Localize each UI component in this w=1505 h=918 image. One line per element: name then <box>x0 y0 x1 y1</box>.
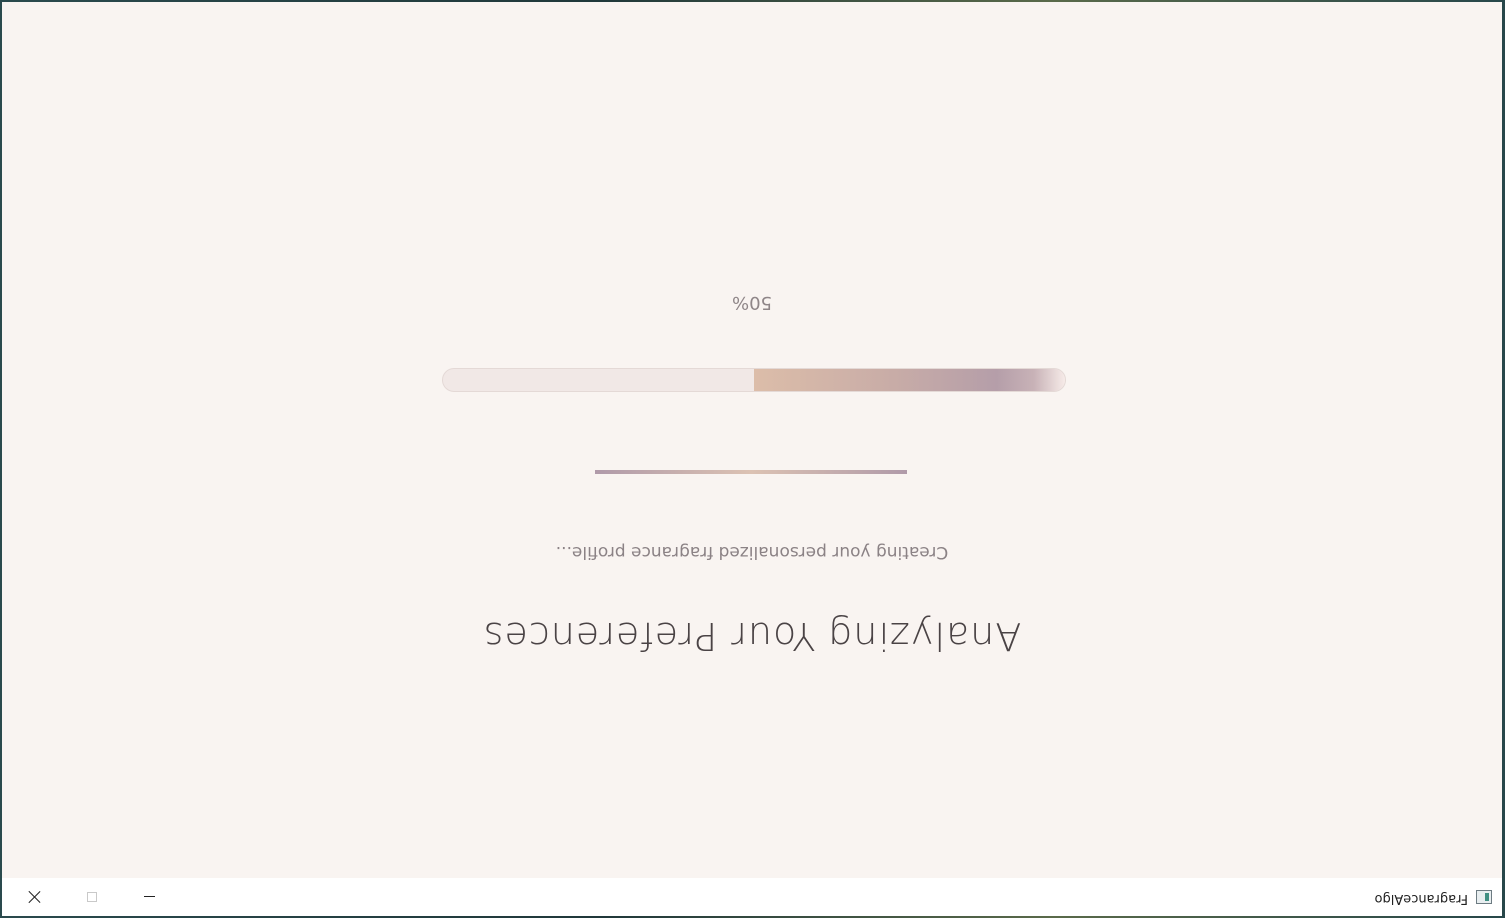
minimize-icon <box>144 896 156 898</box>
app-window: FragranceAlgo Analyzing Your Preferences… <box>2 2 1502 916</box>
page-title: Analyzing Your Preferences <box>482 614 1022 658</box>
app-window-icon <box>1476 890 1492 904</box>
progress-percent-label: 50% <box>732 292 773 313</box>
progress-bar-fill <box>754 369 1065 391</box>
maximize-icon <box>87 892 97 902</box>
title-bar[interactable]: FragranceAlgo <box>2 878 1502 916</box>
app-title: FragranceAlgo <box>1374 891 1468 906</box>
progress-bar <box>442 368 1066 392</box>
minimize-button[interactable] <box>127 878 173 916</box>
close-icon <box>27 890 41 904</box>
decorative-divider <box>595 470 907 474</box>
maximize-button[interactable] <box>69 878 115 916</box>
close-button[interactable] <box>11 878 57 916</box>
main-content: Analyzing Your Preferences Creating your… <box>2 2 1502 878</box>
page-subtitle: Creating your personalized fragrance pro… <box>555 542 949 562</box>
